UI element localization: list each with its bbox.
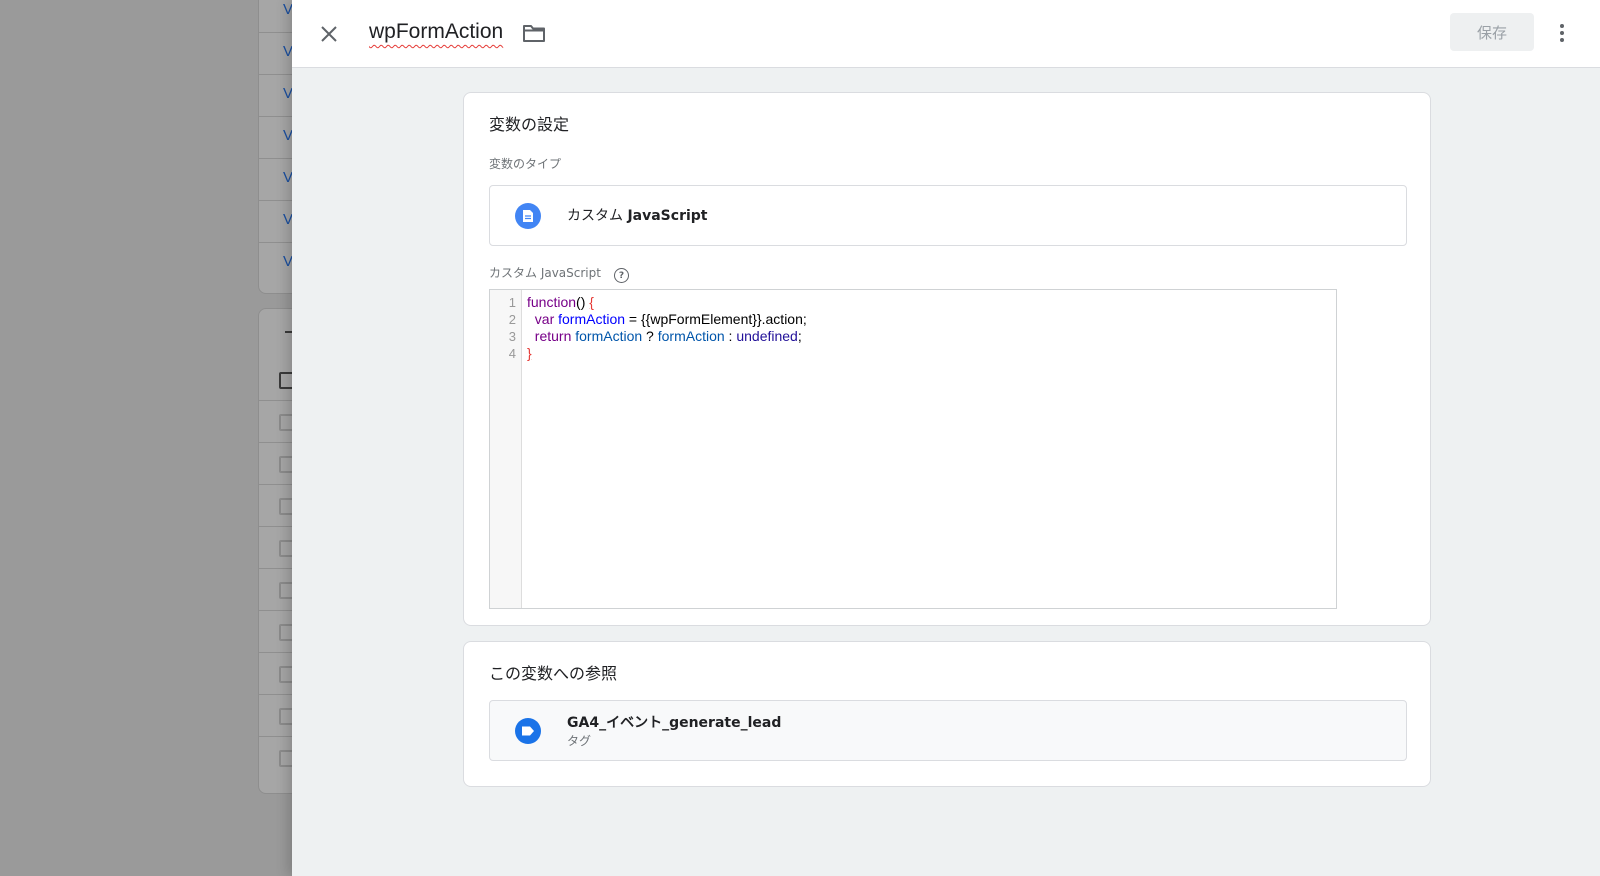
more-options-button[interactable] [1548, 18, 1576, 48]
variable-type-prefix: カスタム [567, 208, 623, 224]
code-editor[interactable]: 1 2 3 4 function() { var formAction = {{… [489, 289, 1337, 609]
line-number-gutter: 1 2 3 4 [490, 290, 522, 608]
variable-type-label: 変数のタイプ [489, 157, 562, 171]
line-number: 2 [508, 312, 516, 327]
background-checkbox [279, 666, 292, 683]
background-link: V [283, 85, 292, 102]
line-number: 1 [508, 295, 516, 310]
background-row [259, 569, 292, 611]
reference-name: GA4_イベント_generate_lead [567, 715, 782, 731]
background-checkbox [279, 372, 292, 389]
background-row [259, 401, 292, 443]
reference-item[interactable]: GA4_イベント_generate_lead タグ [489, 700, 1407, 761]
variable-type-selector[interactable]: カスタム JavaScript [489, 185, 1407, 246]
background-row [259, 611, 292, 653]
background-row [259, 527, 292, 569]
background-checkbox [279, 582, 292, 599]
more-vert-icon [1560, 38, 1564, 42]
code-line: } [527, 345, 532, 361]
background-checkbox [279, 456, 292, 473]
variable-references-card: この変数への参照 GA4_イベント_generate_lead タグ [463, 641, 1431, 787]
background-row: V [259, 159, 292, 201]
background-checkbox [279, 750, 292, 767]
code-line: function() { [527, 294, 594, 310]
folder-icon [523, 25, 545, 42]
background-link: V [283, 43, 292, 60]
background-row: V [259, 243, 292, 284]
background-row [259, 359, 292, 401]
background-variable-list: V V V V V V V [258, 0, 292, 294]
drawer-header: wpFormAction 保存 [292, 0, 1600, 68]
config-card-title: 変数の設定 [489, 115, 570, 134]
background-row: V [259, 75, 292, 117]
references-card-title: この変数への参照 [489, 664, 618, 683]
background-row [259, 485, 292, 527]
reference-type: タグ [567, 734, 592, 748]
background-row [259, 653, 292, 695]
background-row: V [259, 117, 292, 159]
more-vert-icon [1560, 24, 1564, 28]
save-button[interactable]: 保存 [1450, 13, 1534, 51]
background-link: V [283, 253, 292, 270]
background-link: V [283, 127, 292, 144]
background-row [259, 309, 292, 350]
custom-javascript-label: カスタム JavaScript [489, 266, 601, 280]
help-icon[interactable]: ? [614, 268, 629, 283]
background-page: V V V V V V V [0, 0, 292, 876]
background-heading-mark [285, 331, 292, 333]
background-user-variable-list [258, 308, 292, 794]
document-icon [515, 203, 541, 229]
code-line: return formAction ? formAction : undefin… [534, 328, 802, 344]
background-checkbox [279, 498, 292, 515]
variable-editor-drawer: wpFormAction 保存 変数の設定 変数のタイプ カスタム JavaSc… [292, 0, 1600, 876]
line-number: 4 [508, 346, 516, 361]
background-row: V [259, 201, 292, 243]
background-row [259, 695, 292, 737]
background-row [259, 737, 292, 778]
background-row [259, 443, 292, 485]
variable-configuration-card: 変数の設定 変数のタイプ カスタム JavaScript カスタム JavaSc… [463, 92, 1431, 626]
background-link: V [283, 1, 292, 18]
close-button[interactable] [314, 19, 344, 49]
background-link: V [283, 211, 292, 228]
close-icon [321, 26, 337, 42]
background-row: V [259, 33, 292, 75]
background-link: V [283, 169, 292, 186]
more-vert-icon [1560, 31, 1564, 35]
folder-button[interactable] [522, 22, 548, 46]
variable-type-language: JavaScript [627, 208, 708, 224]
line-number: 3 [508, 329, 516, 344]
background-checkbox [279, 624, 292, 641]
variable-name-title[interactable]: wpFormAction [369, 20, 503, 44]
variable-type-name: カスタム JavaScript [567, 205, 707, 225]
background-row: V [259, 0, 292, 33]
code-line: var formAction = {{wpFormElement}}.actio… [534, 311, 807, 327]
tag-icon [515, 718, 541, 744]
background-checkbox [279, 540, 292, 557]
background-checkbox [279, 708, 292, 725]
background-checkbox [279, 414, 292, 431]
